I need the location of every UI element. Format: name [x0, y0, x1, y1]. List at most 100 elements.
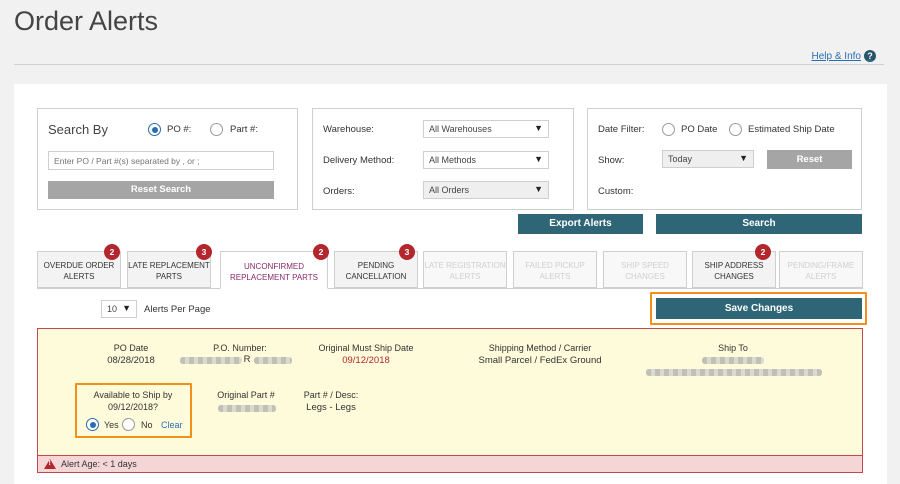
part-radio[interactable]	[210, 123, 223, 136]
alerts-per-page-value: 10	[107, 304, 118, 314]
search-input[interactable]	[48, 151, 274, 170]
tab-label: LATE REPLACEMENT	[128, 261, 210, 270]
show-select-value: Today	[668, 154, 693, 164]
po-number-value-redacted	[180, 357, 242, 364]
tab-label: SHIP SPEED	[621, 261, 669, 270]
tab-count-badge: 2	[313, 244, 329, 260]
must-ship-date-label: Original Must Ship Date	[318, 343, 414, 353]
reset-search-button[interactable]: Reset Search	[48, 181, 274, 199]
yes-radio-label: Yes	[104, 420, 119, 430]
chevron-down-icon: ▼	[534, 184, 543, 194]
tab-pending-frame-alerts: PENDING/FRAME ALERTS	[779, 251, 863, 288]
estimated-ship-date-radio[interactable]	[729, 123, 742, 136]
ship-to-name-redacted	[702, 357, 764, 364]
no-radio-label: No	[141, 420, 153, 430]
po-date-radio[interactable]	[662, 123, 675, 136]
shipping-method-label: Shipping Method / Carrier	[488, 343, 592, 353]
orders-label: Orders:	[323, 186, 355, 197]
tab-pending-cancellation[interactable]: PENDING CANCELLATION 3	[334, 244, 418, 288]
reset-filter-button[interactable]: Reset	[767, 150, 852, 169]
tab-label: ALERTS	[449, 272, 481, 281]
orders-select-value: All Orders	[429, 185, 470, 195]
yes-radio[interactable]	[86, 418, 99, 431]
chevron-down-icon: ▼	[739, 153, 748, 163]
tab-ship-address-changes[interactable]: SHIP ADDRESS CHANGES 2	[692, 244, 776, 288]
tab-label: ALERTS	[63, 272, 95, 281]
alert-age-label: Alert Age: < 1 days	[61, 459, 137, 469]
po-radio[interactable]	[148, 123, 161, 136]
delivery-method-select-value: All Methods	[429, 155, 477, 165]
tab-count-badge: 2	[104, 244, 120, 260]
must-ship-date-value: 09/12/2018	[342, 355, 390, 366]
alerts-per-page-select[interactable]: 10 ▼	[101, 300, 137, 318]
chevron-down-icon: ▼	[122, 303, 131, 313]
search-button[interactable]: Search	[656, 214, 862, 234]
search-by-label: Search By	[48, 122, 108, 137]
tab-failed-pickup-alerts: FAILED PICKUP ALERTS	[513, 251, 597, 288]
alert-card: PO Date 08/28/2018 P.O. Number: R Origin…	[37, 328, 863, 473]
orders-select[interactable]: All Orders ▼	[423, 181, 549, 199]
export-alerts-button[interactable]: Export Alerts	[518, 214, 643, 234]
tab-label: ALERTS	[805, 272, 837, 281]
po-date-value: 08/28/2018	[107, 355, 155, 366]
part-desc-label: Part # / Desc:	[303, 390, 359, 400]
page-title: Order Alerts	[14, 6, 159, 36]
tab-overdue-order-alerts[interactable]: OVERDUE ORDER ALERTS 2	[37, 244, 121, 288]
tab-count-badge: 2	[755, 244, 771, 260]
po-number-value-redacted	[254, 357, 292, 364]
tab-count-badge: 3	[399, 244, 415, 260]
show-label: Show:	[598, 155, 625, 166]
save-changes-button[interactable]: Save Changes	[656, 298, 862, 319]
shipping-method-value: Small Parcel / FedEx Ground	[478, 355, 602, 366]
delivery-method-select[interactable]: All Methods ▼	[423, 151, 549, 169]
available-to-ship-label: Available to Ship by	[93, 390, 173, 400]
chevron-down-icon: ▼	[534, 123, 543, 133]
available-to-ship-date: 09/12/2018?	[107, 402, 159, 412]
help-icon: ?	[864, 50, 876, 62]
part-radio-label: Part #:	[230, 124, 258, 135]
clear-link[interactable]: Clear	[161, 420, 183, 430]
date-filter-label: Date Filter:	[598, 124, 645, 135]
estimated-ship-date-radio-label: Estimated Ship Date	[748, 124, 835, 135]
original-part-value-redacted	[218, 405, 276, 412]
tab-label: ALERTS	[539, 272, 571, 281]
tab-label: FAILED PICKUP	[525, 261, 585, 270]
tab-ship-speed-changes: SHIP SPEED CHANGES	[603, 251, 687, 288]
tab-bar-divider	[37, 288, 863, 289]
help-link-label: Help & Info	[811, 50, 861, 62]
tab-count-badge: 3	[196, 244, 212, 260]
no-radio[interactable]	[122, 418, 135, 431]
po-date-radio-label: PO Date	[681, 124, 718, 135]
show-select[interactable]: Today ▼	[662, 150, 754, 168]
tab-label: SHIP ADDRESS	[704, 261, 764, 270]
alerts-per-page-label: Alerts Per Page	[144, 304, 211, 315]
po-date-label: PO Date	[113, 343, 149, 353]
date-filter-panel: Date Filter: PO Date Estimated Ship Date…	[587, 108, 862, 210]
warning-icon: !	[44, 459, 56, 469]
help-link[interactable]: Help & Info ?	[812, 50, 876, 62]
warehouse-select-value: All Warehouses	[429, 124, 492, 134]
filters-panel: Warehouse: All Warehouses ▼ Delivery Met…	[312, 108, 574, 210]
chevron-down-icon: ▼	[534, 154, 543, 164]
tab-label: REPLACEMENT PARTS	[229, 272, 319, 282]
tab-label: CHANGES	[625, 272, 665, 281]
tab-label: PARTS	[156, 272, 182, 281]
po-number-suffix: R	[243, 354, 251, 365]
delivery-method-label: Delivery Method:	[323, 155, 395, 166]
alert-age-bar: ! Alert Age: < 1 days	[38, 455, 862, 472]
custom-label: Custom:	[598, 186, 634, 197]
tab-late-registration-alerts: LATE REGISTRATION ALERTS	[423, 251, 507, 288]
search-by-panel: Search By PO #: Part #: Reset Search	[37, 108, 298, 210]
tab-label: CHANGES	[714, 272, 754, 281]
tab-label: PENDING	[357, 261, 395, 270]
warehouse-select[interactable]: All Warehouses ▼	[423, 120, 549, 138]
tab-label: UNCONFIRMED	[244, 261, 304, 271]
warehouse-label: Warehouse:	[323, 124, 374, 135]
tab-label: PENDING/FRAME	[787, 261, 855, 270]
original-part-label: Original Part #	[217, 390, 275, 400]
tab-late-replacement-parts[interactable]: LATE REPLACEMENT PARTS 3	[127, 244, 212, 288]
title-divider	[14, 64, 884, 65]
tab-label: OVERDUE ORDER	[43, 261, 115, 270]
ship-to-label: Ship To	[718, 343, 748, 353]
tab-unconfirmed-replacement-parts[interactable]: UNCONFIRMED REPLACEMENT PARTS 2	[220, 244, 329, 289]
